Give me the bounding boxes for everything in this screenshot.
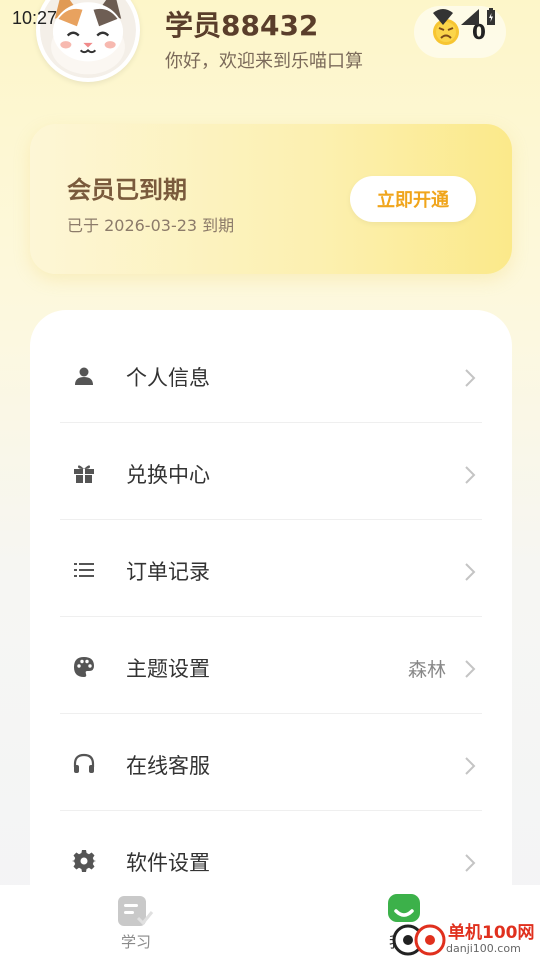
- menu-item-profile-info[interactable]: 个人信息: [30, 326, 512, 423]
- gear-icon: [72, 850, 96, 872]
- menu-item-label: 个人信息: [126, 366, 210, 390]
- activate-membership-button[interactable]: 立即开通: [350, 176, 476, 222]
- greeting-text: 你好，欢迎来到乐喵口算: [165, 51, 363, 72]
- status-icons: [432, 8, 496, 26]
- membership-status: 会员已到期: [67, 176, 187, 204]
- wifi-icon: [433, 9, 453, 25]
- menu-item-label: 在线客服: [126, 754, 210, 778]
- chevron-right-icon: [465, 854, 476, 872]
- watermark-url: danji100.com: [446, 942, 521, 955]
- menu-item-customer-service[interactable]: 在线客服: [30, 714, 512, 811]
- chevron-right-icon: [465, 757, 476, 775]
- learn-icon: [118, 896, 154, 926]
- list-icon: [74, 563, 94, 577]
- chevron-right-icon: [465, 660, 476, 678]
- headphones-icon: [73, 753, 95, 773]
- menu-item-label: 主题设置: [126, 657, 210, 681]
- status-time: 10:27: [12, 8, 58, 28]
- person-icon: [75, 367, 93, 385]
- watermark-text: 单机100网: [448, 923, 535, 943]
- menu-item-order-history[interactable]: 订单记录: [30, 520, 512, 617]
- battery-icon: [487, 8, 495, 25]
- tab-label: 学习: [120, 933, 151, 951]
- chevron-right-icon: [465, 563, 476, 581]
- current-theme-value: 森林: [407, 659, 446, 681]
- gift-icon: [74, 465, 94, 483]
- menu-item-redeem-center[interactable]: 兑换中心: [30, 423, 512, 520]
- menu-item-label: 兑换中心: [126, 463, 210, 487]
- settings-menu: 个人信息 兑换中心 订单记录 主题设置 森林 在线客服 软件设置: [30, 310, 512, 930]
- tab-learn[interactable]: 学习: [100, 885, 172, 960]
- membership-expiry: 已于 2026-03-23 到期: [67, 216, 235, 235]
- chevron-right-icon: [465, 369, 476, 387]
- watermark: 单机100网 danji100.com: [386, 918, 536, 958]
- watermark-logo: [392, 924, 446, 956]
- signal-icon: [461, 9, 479, 25]
- palette-icon: [74, 657, 94, 677]
- chevron-right-icon: [465, 466, 476, 484]
- status-bar: 10:27: [0, 0, 540, 38]
- menu-item-label: 订单记录: [126, 560, 210, 584]
- membership-card: 会员已到期 已于 2026-03-23 到期 立即开通: [30, 124, 512, 274]
- menu-item-label: 软件设置: [126, 851, 210, 875]
- menu-item-theme-settings[interactable]: 主题设置 森林: [30, 617, 512, 714]
